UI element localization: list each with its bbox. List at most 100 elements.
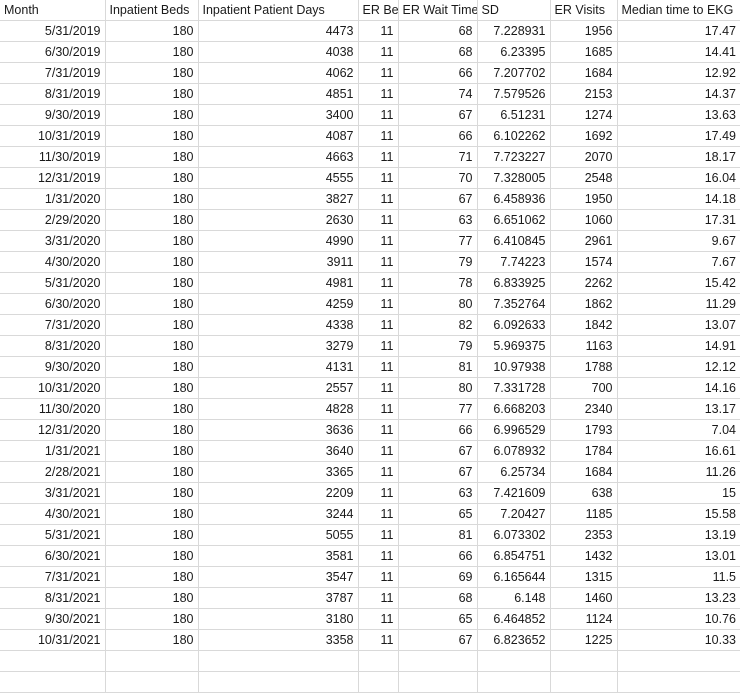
cell-ekg[interactable]: 16.61: [617, 440, 740, 462]
cell-ervisits[interactable]: 1956: [550, 20, 618, 42]
cell-ervisits[interactable]: 1315: [550, 566, 618, 588]
table-row[interactable]: 5/31/2021 180 5055 11 81 6.073302 2353 13.19: [0, 524, 740, 546]
cell-ipbeds[interactable]: 180: [105, 419, 199, 441]
cell-sd[interactable]: 6.165644: [477, 566, 551, 588]
cell-erwait[interactable]: 81: [398, 356, 478, 378]
cell-ipdays[interactable]: 3911: [198, 251, 359, 273]
cell-erwait[interactable]: 66: [398, 419, 478, 441]
cell-sd[interactable]: 7.579526: [477, 83, 551, 105]
cell-empty-ervisits[interactable]: [550, 671, 618, 693]
cell-ipbeds[interactable]: 180: [105, 461, 199, 483]
cell-month[interactable]: 5/31/2019: [0, 20, 106, 42]
cell-empty-erwait[interactable]: [398, 671, 478, 693]
cell-erwait[interactable]: 74: [398, 83, 478, 105]
cell-erbeds[interactable]: 11: [358, 293, 399, 315]
cell-ipbeds[interactable]: 180: [105, 146, 199, 168]
table-row[interactable]: 7/31/2020 180 4338 11 82 6.092633 1842 13.07: [0, 314, 740, 336]
cell-ipbeds[interactable]: 180: [105, 524, 199, 546]
cell-ipdays[interactable]: 4828: [198, 398, 359, 420]
cell-ipdays[interactable]: 2209: [198, 482, 359, 504]
table-row[interactable]: 6/30/2020 180 4259 11 80 7.352764 1862 11.29: [0, 293, 740, 315]
cell-ipdays[interactable]: 3365: [198, 461, 359, 483]
cell-month[interactable]: 7/31/2020: [0, 314, 106, 336]
cell-ipdays[interactable]: 4259: [198, 293, 359, 315]
cell-ipbeds[interactable]: 180: [105, 398, 199, 420]
cell-empty-ipdays[interactable]: [198, 650, 359, 672]
cell-erbeds[interactable]: 11: [358, 419, 399, 441]
cell-erbeds[interactable]: 11: [358, 272, 399, 294]
cell-ekg[interactable]: 17.47: [617, 20, 740, 42]
cell-ekg[interactable]: 11.26: [617, 461, 740, 483]
cell-sd[interactable]: 6.073302: [477, 524, 551, 546]
cell-ervisits[interactable]: 1124: [550, 608, 618, 630]
cell-erbeds[interactable]: 11: [358, 314, 399, 336]
cell-ekg[interactable]: 15.42: [617, 272, 740, 294]
cell-erwait[interactable]: 68: [398, 20, 478, 42]
table-row[interactable]: 9/30/2019 180 3400 11 67 6.51231 1274 13.63: [0, 104, 740, 126]
cell-erwait[interactable]: 65: [398, 503, 478, 525]
cell-ipbeds[interactable]: 180: [105, 503, 199, 525]
cell-ervisits[interactable]: 638: [550, 482, 618, 504]
cell-ipdays[interactable]: 5055: [198, 524, 359, 546]
cell-sd[interactable]: 5.969375: [477, 335, 551, 357]
cell-ervisits[interactable]: 1684: [550, 461, 618, 483]
cell-ipdays[interactable]: 3827: [198, 188, 359, 210]
cell-ekg[interactable]: 17.31: [617, 209, 740, 231]
cell-erbeds[interactable]: 11: [358, 188, 399, 210]
cell-ipbeds[interactable]: 180: [105, 335, 199, 357]
cell-erbeds[interactable]: 11: [358, 545, 399, 567]
cell-ervisits[interactable]: 1842: [550, 314, 618, 336]
column-header-inpatient-patient-days[interactable]: Inpatient Patient Days: [198, 0, 359, 21]
cell-ipbeds[interactable]: 180: [105, 230, 199, 252]
cell-erwait[interactable]: 66: [398, 125, 478, 147]
cell-erwait[interactable]: 80: [398, 377, 478, 399]
cell-ipbeds[interactable]: 180: [105, 482, 199, 504]
cell-month[interactable]: 11/30/2019: [0, 146, 106, 168]
cell-erwait[interactable]: 68: [398, 587, 478, 609]
table-row[interactable]: 11/30/2020 180 4828 11 77 6.668203 2340 13.17: [0, 398, 740, 420]
cell-month[interactable]: 7/31/2019: [0, 62, 106, 84]
cell-ervisits[interactable]: 1225: [550, 629, 618, 651]
cell-month[interactable]: 10/31/2021: [0, 629, 106, 651]
cell-empty-erwait[interactable]: [398, 650, 478, 672]
cell-ipbeds[interactable]: 180: [105, 209, 199, 231]
cell-erbeds[interactable]: 11: [358, 503, 399, 525]
cell-month[interactable]: 9/30/2019: [0, 104, 106, 126]
cell-erwait[interactable]: 71: [398, 146, 478, 168]
column-header-month[interactable]: Month: [0, 0, 106, 21]
cell-ipdays[interactable]: 3180: [198, 608, 359, 630]
column-header-er-wait-time[interactable]: ER Wait Time: [398, 0, 478, 21]
cell-month[interactable]: 6/30/2019: [0, 41, 106, 63]
cell-ekg[interactable]: 11.29: [617, 293, 740, 315]
cell-ekg[interactable]: 7.67: [617, 251, 740, 273]
cell-ervisits[interactable]: 2548: [550, 167, 618, 189]
cell-ipdays[interactable]: 2630: [198, 209, 359, 231]
cell-month[interactable]: 3/31/2021: [0, 482, 106, 504]
cell-ipbeds[interactable]: 180: [105, 314, 199, 336]
cell-ekg[interactable]: 10.76: [617, 608, 740, 630]
cell-ipdays[interactable]: 3400: [198, 104, 359, 126]
cell-erwait[interactable]: 70: [398, 167, 478, 189]
cell-ipdays[interactable]: 4555: [198, 167, 359, 189]
cell-month[interactable]: 10/31/2019: [0, 125, 106, 147]
cell-empty-month[interactable]: [0, 650, 106, 672]
cell-ekg[interactable]: 9.67: [617, 230, 740, 252]
cell-ipbeds[interactable]: 180: [105, 356, 199, 378]
cell-erwait[interactable]: 82: [398, 314, 478, 336]
cell-month[interactable]: 1/31/2021: [0, 440, 106, 462]
cell-ervisits[interactable]: 1950: [550, 188, 618, 210]
cell-erwait[interactable]: 63: [398, 209, 478, 231]
cell-ipbeds[interactable]: 180: [105, 377, 199, 399]
cell-ipbeds[interactable]: 180: [105, 188, 199, 210]
cell-sd[interactable]: 6.651062: [477, 209, 551, 231]
table-row[interactable]: 5/31/2019 180 4473 11 68 7.228931 1956 17.47: [0, 20, 740, 42]
cell-sd[interactable]: 6.464852: [477, 608, 551, 630]
cell-ervisits[interactable]: 1788: [550, 356, 618, 378]
cell-empty-erbeds[interactable]: [358, 650, 399, 672]
cell-empty-ervisits[interactable]: [550, 650, 618, 672]
cell-ipdays[interactable]: 4990: [198, 230, 359, 252]
cell-ipdays[interactable]: 3636: [198, 419, 359, 441]
cell-sd[interactable]: 7.328005: [477, 167, 551, 189]
cell-empty-ipbeds[interactable]: [105, 671, 199, 693]
table-row[interactable]: 6/30/2021 180 3581 11 66 6.854751 1432 13.01: [0, 545, 740, 567]
